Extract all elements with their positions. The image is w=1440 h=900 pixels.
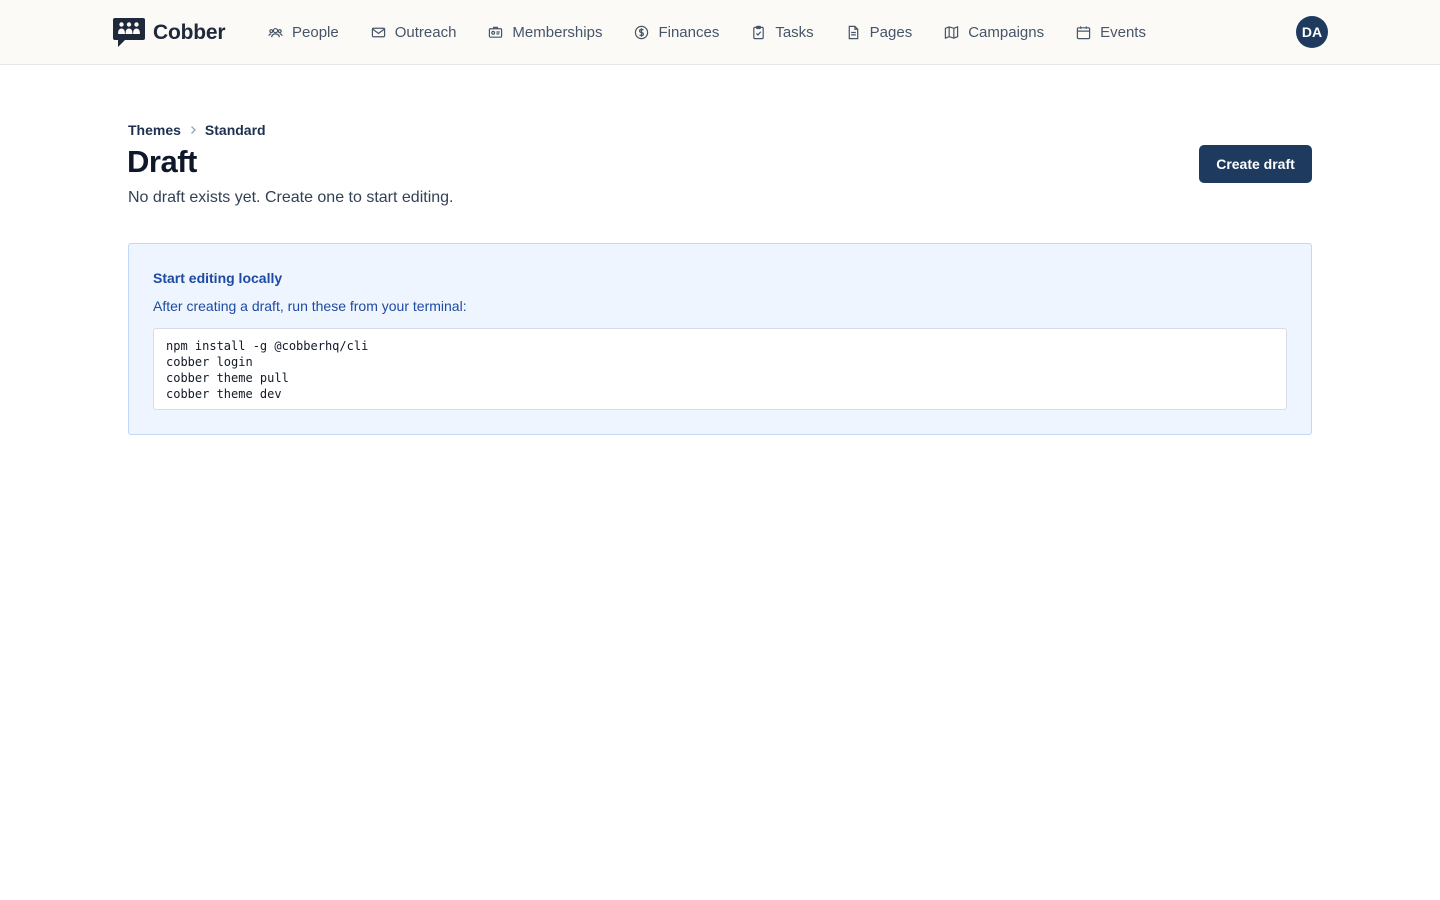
brand[interactable]: Cobber	[112, 16, 226, 49]
nav-label: Campaigns	[968, 23, 1045, 41]
nav-item-campaigns[interactable]: Campaigns	[944, 20, 1044, 44]
code-line: cobber theme pull	[166, 371, 289, 385]
mail-icon	[371, 25, 386, 40]
nav-item-events[interactable]: Events	[1076, 20, 1146, 44]
brand-name: Cobber	[153, 20, 226, 44]
info-title: Start editing locally	[153, 270, 283, 286]
breadcrumb-themes[interactable]: Themes	[128, 122, 181, 138]
nav-item-people[interactable]: People	[268, 20, 339, 44]
create-draft-button[interactable]: Create draft	[1199, 145, 1312, 183]
terminal-commands-code-block[interactable]: npm install -g @cobberhq/cli cobber logi…	[153, 328, 1287, 410]
nav-item-pages[interactable]: Pages	[846, 20, 913, 44]
nav-item-tasks[interactable]: Tasks	[751, 20, 814, 44]
main-nav: People Outreach Memberships Finances Tas…	[268, 20, 1146, 44]
info-description: After creating a draft, run these from y…	[153, 298, 467, 314]
map-icon	[944, 25, 959, 40]
nav-label: People	[292, 23, 339, 41]
dollar-icon	[634, 25, 649, 40]
nav-label: Memberships	[512, 23, 603, 41]
nav-label: Outreach	[394, 23, 457, 41]
cobber-logo-icon	[113, 18, 145, 47]
breadcrumb-standard[interactable]: Standard	[205, 122, 266, 138]
breadcrumb: Themes Standard	[128, 122, 266, 138]
user-avatar[interactable]: DA	[1296, 16, 1328, 48]
id-card-icon	[488, 25, 503, 40]
code-line: npm install -g @cobberhq/cli	[166, 339, 369, 353]
nav-label: Finances	[658, 23, 720, 41]
nav-label: Events	[1100, 23, 1146, 41]
nav-label: Pages	[869, 23, 913, 41]
page-title: Draft	[127, 144, 197, 179]
nav-item-memberships[interactable]: Memberships	[488, 20, 602, 44]
nav-item-outreach[interactable]: Outreach	[371, 20, 457, 44]
clipboard-check-icon	[751, 25, 766, 40]
document-icon	[846, 25, 861, 40]
nav-label: Tasks	[775, 23, 814, 41]
code-line: cobber theme dev	[166, 387, 282, 401]
page-subtitle: No draft exists yet. Create one to start…	[128, 189, 454, 206]
chevron-right-icon	[187, 124, 199, 136]
top-navigation-bar: Cobber People Outreach Memberships Finan…	[0, 0, 1440, 65]
local-editing-info-box: Start editing locally After creating a d…	[128, 243, 1312, 435]
nav-item-finances[interactable]: Finances	[634, 20, 719, 44]
code-line: cobber login	[166, 355, 253, 369]
calendar-icon	[1076, 25, 1091, 40]
people-icon	[268, 25, 283, 40]
